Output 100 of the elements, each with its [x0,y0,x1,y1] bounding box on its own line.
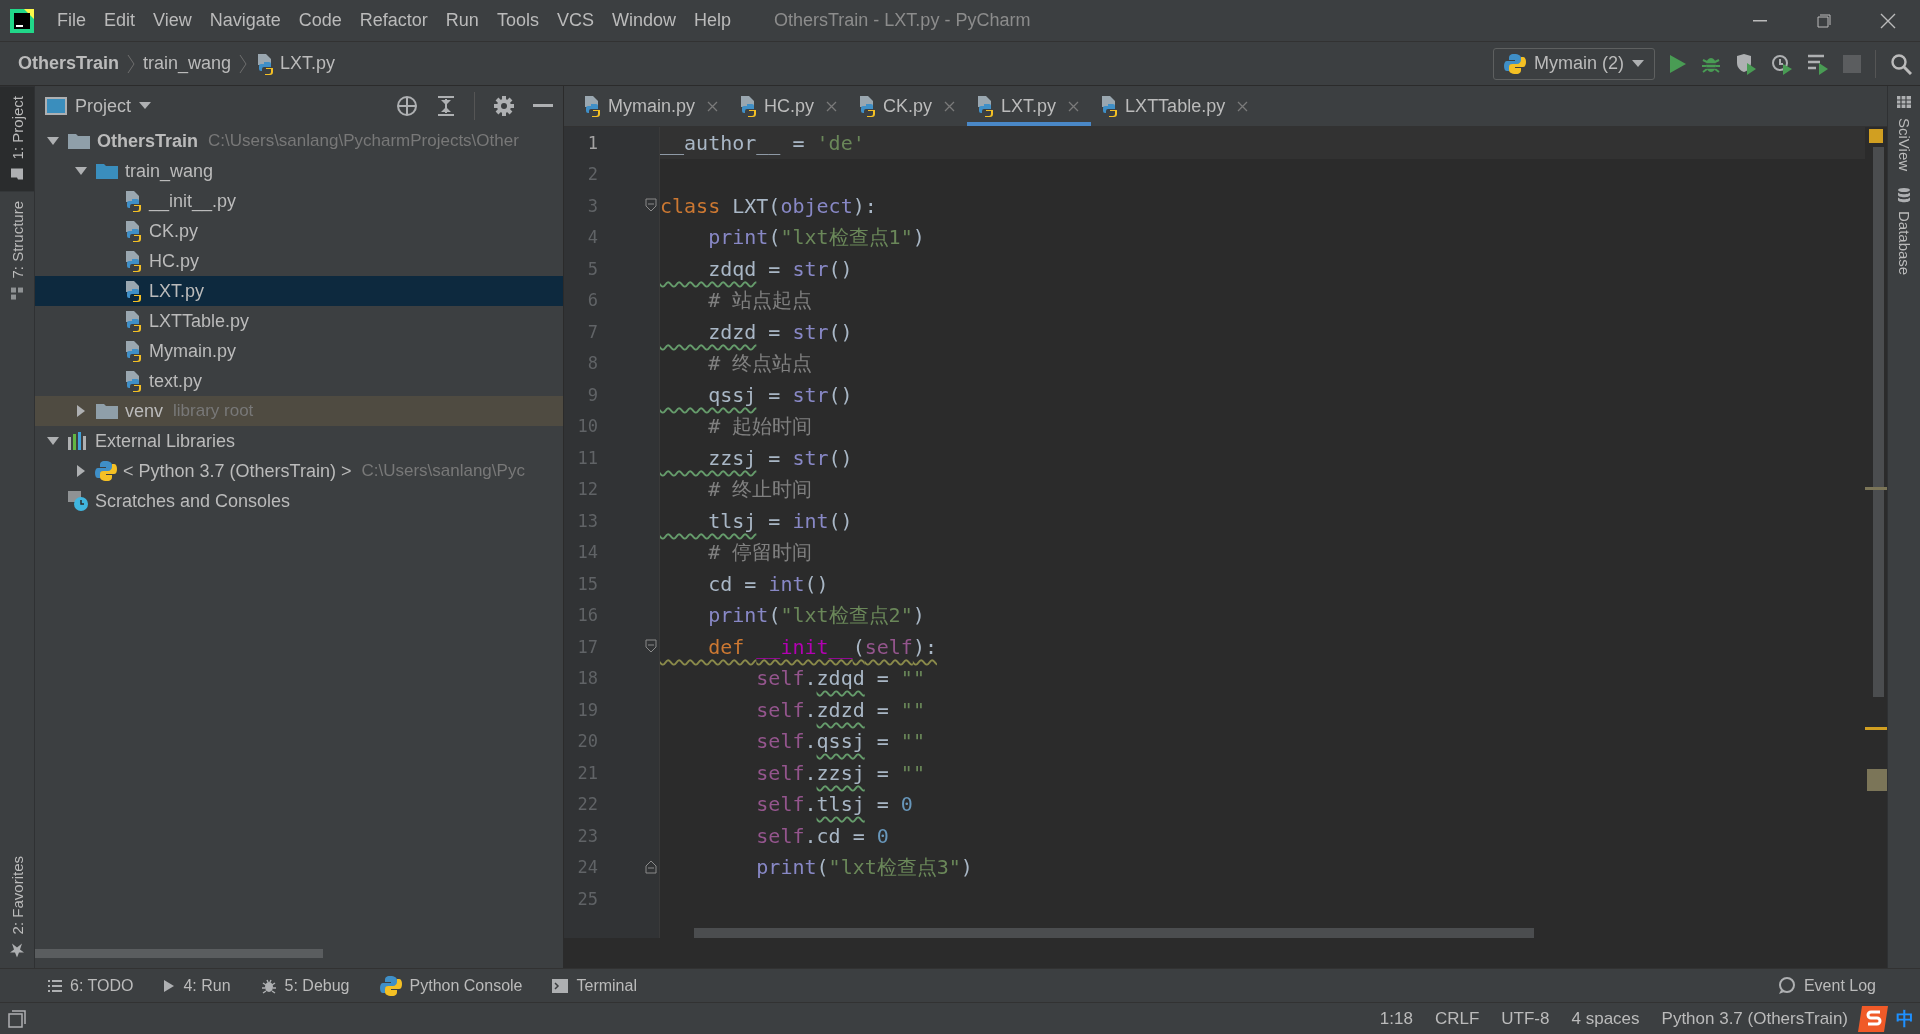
code-line: # 终点站点 [707,349,813,377]
menu-item[interactable]: VCS [547,6,603,35]
warning-marker-icon[interactable] [1869,129,1883,143]
path-hint: C:\Users\sanlang\Pyc [361,461,525,481]
python-logo-icon [95,460,117,482]
tree-item[interactable]: LXT.py [35,276,563,306]
minimize-icon[interactable] [1753,19,1767,22]
tree-item[interactable]: Scratches and Consoles [35,486,563,516]
tree-item[interactable]: < Python 3.7 (OthersTrain) > C:\Users\sanlang\Pyc [35,456,563,486]
status-item[interactable]: 4 spaces [1571,1008,1640,1029]
tree-item[interactable]: text.py [35,366,563,396]
tree-item[interactable]: OthersTrain C:\Users\sanlang\PycharmProjects\Other [35,126,563,156]
tree-item[interactable]: Mymain.py [35,336,563,366]
breadcrumb[interactable]: OthersTrain [18,53,120,74]
close-icon[interactable] [826,100,838,112]
marker-icon [1865,727,1887,731]
scrollbar-thumb[interactable] [694,928,1534,938]
run-icon[interactable] [1669,53,1687,74]
settings-icon[interactable] [493,95,515,117]
scrollbar-thumb[interactable] [1873,147,1884,697]
input-mode-indicator[interactable]: 中 [1896,1006,1914,1031]
tree-item[interactable]: HC.py [35,246,563,276]
terminal-icon [552,978,569,993]
python-file-icon [123,280,143,302]
event-log-button[interactable]: Event Log [1777,976,1876,995]
tool-window-button[interactable]: 5: Debug [260,976,350,995]
python-file-icon [255,52,276,75]
collapsed-arrow-icon[interactable] [76,464,86,478]
editor-tab[interactable]: LXTTable.py [1091,86,1261,126]
status-item[interactable]: CRLF [1434,1008,1480,1029]
scrollbar-thumb[interactable] [35,948,323,958]
menu-item[interactable]: Refactor [350,6,437,35]
menu-item[interactable]: Help [684,6,740,35]
menu-item[interactable]: Tools [487,6,548,35]
close-icon[interactable] [944,100,956,112]
close-icon[interactable] [1880,12,1896,29]
close-icon[interactable] [1237,100,1249,112]
profiler-icon[interactable] [1771,52,1793,75]
fold-icon[interactable] [645,639,657,653]
menu-item[interactable]: View [144,6,201,35]
tool-window-tab[interactable]: Database [1888,179,1920,284]
fold-icon[interactable] [645,198,657,212]
breadcrumb[interactable]: LXT.py [255,52,336,75]
python-file-icon [738,95,759,117]
editor-tab[interactable]: CK.py [849,86,968,126]
code-line: self.tlsj = 0 [755,792,913,817]
restore-icon[interactable] [1817,13,1831,28]
tool-window-button[interactable]: 6: TODO [48,976,134,995]
status-item[interactable]: Python 3.7 (OthersTrain) [1661,1008,1848,1029]
menu-item[interactable]: Navigate [200,6,290,35]
expanded-arrow-icon[interactable] [46,136,60,146]
expanded-arrow-icon[interactable] [46,436,60,446]
tree-label: Scratches and Consoles [95,490,291,512]
locate-icon[interactable] [396,95,418,117]
marker-icon [1865,487,1887,491]
tool-window-button[interactable]: Python Console [379,974,523,997]
status-item[interactable]: UTF-8 [1501,1008,1550,1029]
status-item[interactable]: 1:18 [1379,1008,1413,1029]
search-icon[interactable] [1890,52,1912,75]
menu-item[interactable]: Run [436,6,488,35]
tree-item[interactable]: External Libraries [35,426,563,456]
code-line: print("lxt检查点3") [755,853,973,881]
database-icon [1896,187,1912,204]
tool-window-tab[interactable]: 7: Structure [0,191,34,311]
menu-item[interactable]: File [48,6,95,35]
editor-tab[interactable]: HC.py [730,86,850,126]
tree-item[interactable]: __init__.py [35,186,563,216]
tool-window-tab[interactable]: SciView [1888,86,1920,180]
python-file-icon [1099,95,1120,117]
menu-item[interactable]: Window [602,6,685,35]
project-view-dropdown[interactable]: Project [45,95,152,117]
tree-item[interactable]: CK.py [35,216,563,246]
tool-window-tab[interactable]: 2: Favorites [0,845,34,968]
bug-icon [260,977,277,994]
run-config-dropdown[interactable]: Mymain (2) [1493,47,1655,80]
tree-item[interactable]: train_wang [35,156,563,186]
code-line: zdzd = str() [707,319,853,344]
menu-item[interactable]: Edit [95,6,145,35]
code-line: qssj = str() [707,382,853,407]
code-line: self.zdqd = "" [755,666,925,691]
python-logo-icon [1504,52,1526,75]
menu-item[interactable]: Code [289,6,351,35]
coverage-icon[interactable] [1735,52,1757,75]
breadcrumb[interactable]: train_wang [143,53,232,74]
close-icon[interactable] [707,100,719,112]
marker-icon [1867,769,1887,791]
tool-window-button[interactable]: Terminal [552,976,637,995]
concurrency-icon[interactable] [1807,52,1829,75]
hide-icon[interactable] [533,104,553,108]
tool-window-tab[interactable]: 1: Project [0,86,34,192]
expanded-arrow-icon[interactable] [74,166,88,176]
close-icon[interactable] [1068,100,1080,112]
collapsed-arrow-icon[interactable] [76,404,86,418]
python-file-icon [123,250,143,272]
collapse-all-icon[interactable] [436,96,456,116]
window-toggle-icon[interactable] [8,1009,26,1028]
fold-icon[interactable] [645,859,657,874]
editor-tab[interactable]: Mymain.py [574,86,731,126]
tool-window-button[interactable]: 4: Run [163,976,231,995]
tree-item[interactable]: LXTTable.py [35,306,563,336]
